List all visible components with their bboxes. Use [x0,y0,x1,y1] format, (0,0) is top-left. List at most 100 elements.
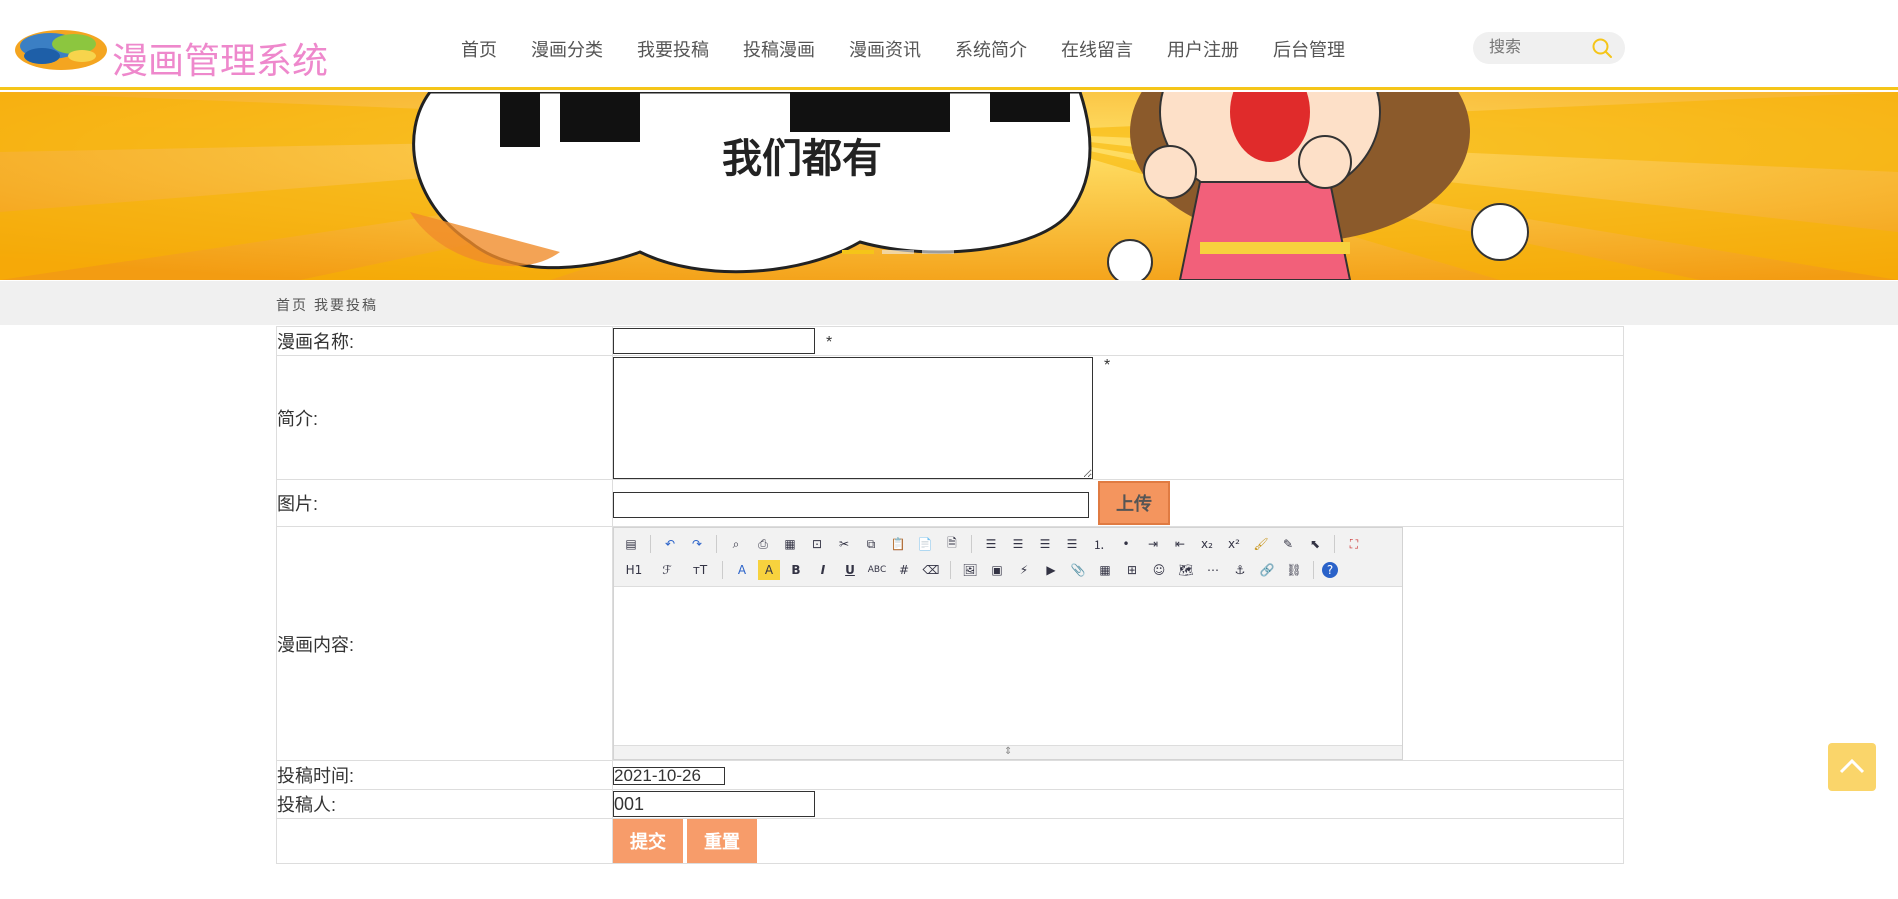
breadcrumb-bar: 首页 我要投稿 [0,281,1898,325]
breadcrumb-current: 我要投稿 [314,297,378,313]
toolbar-row-1: ▤ ↶ ↷ ⌕ ⎙ ▦ ⊡ ✂ ⧉ 📋 📄 🗎 ☰ ☰ ☰ ☰ ⒈ • ⇥ ⇤ … [620,531,1396,557]
carousel-dot-2[interactable] [882,250,914,254]
content-label: 漫画内容: [276,526,613,761]
reset-button[interactable]: 重置 [687,819,757,863]
unlink-icon[interactable]: ⛓ [1283,560,1305,580]
align-justify-icon[interactable]: ☰ [1061,534,1083,554]
form-row-content: 漫画内容: ▤ ↶ ↷ ⌕ ⎙ ▦ ⊡ ✂ ⧉ 📋 📄 🗎 ☰ ☰ ☰ ☰ ⒈ … [276,526,1624,761]
submit-form: 漫画名称: * 简介: * 图片: 上传 漫画内容: ▤ ↶ ↷ ⌕ ⎙ ▦ ⊡… [276,326,1624,864]
outdent-icon[interactable]: ⇤ [1169,534,1191,554]
nav-submitted-comics[interactable]: 投稿漫画 [743,36,815,62]
paste-word-icon[interactable]: 🗎 [941,534,963,554]
actions-empty-label [276,818,613,864]
redo-icon[interactable]: ↷ [686,534,708,554]
page-break-icon[interactable]: ⋯ [1202,560,1224,580]
table-icon[interactable]: ▦ [1094,560,1116,580]
search-box [1473,32,1625,64]
anchor-icon[interactable]: ⚓ [1229,560,1251,580]
indent-icon[interactable]: ⇥ [1142,534,1164,554]
align-right-icon[interactable]: ☰ [1034,534,1056,554]
site-title: 漫画管理系统 [112,40,329,81]
hr-icon[interactable]: # [893,560,915,580]
cut-icon[interactable]: ✂ [833,534,855,554]
carousel-dot-3[interactable] [922,250,954,254]
nav-message-board[interactable]: 在线留言 [1061,36,1133,62]
attachment-icon[interactable]: 📎 [1067,560,1089,580]
form-row-actions: 提交 重置 [276,818,1624,864]
banner-carousel[interactable]: 我们都有 [0,92,1898,280]
comic-name-input[interactable] [613,328,815,354]
preview-icon[interactable]: ⌕ [725,534,747,554]
upload-button[interactable]: 上传 [1098,481,1171,525]
time-label: 投稿时间: [276,760,613,790]
unordered-list-icon[interactable]: • [1115,534,1137,554]
template-icon[interactable]: ▦ [779,534,801,554]
search-icon[interactable] [1591,37,1613,59]
image-icon[interactable]: 🖼 [959,560,981,580]
paste-text-icon[interactable]: 📄 [914,534,936,554]
form-row-name: 漫画名称: * [276,326,1624,356]
font-family-icon[interactable]: ℱ [653,560,681,580]
media-icon[interactable]: ▶ [1040,560,1062,580]
superscript-icon[interactable]: x² [1223,534,1245,554]
highlight-icon[interactable]: A [758,560,780,580]
ordered-list-icon[interactable]: ⒈ [1088,534,1110,554]
print-icon[interactable]: ⎙ [752,534,774,554]
rich-text-editor: ▤ ↶ ↷ ⌕ ⎙ ▦ ⊡ ✂ ⧉ 📋 📄 🗎 ☰ ☰ ☰ ☰ ⒈ • ⇥ ⇤ … [613,527,1403,760]
nav-submit[interactable]: 我要投稿 [637,36,709,62]
italic-icon[interactable]: I [812,560,834,580]
nav-admin[interactable]: 后台管理 [1273,36,1345,62]
select-all-icon[interactable]: ⬉ [1304,534,1326,554]
nav-system-intro[interactable]: 系统简介 [955,36,1027,62]
subscript-icon[interactable]: x₂ [1196,534,1218,554]
name-label: 漫画名称: [276,326,613,356]
flash-icon[interactable]: ⚡ [1013,560,1035,580]
multi-image-icon[interactable]: ▣ [986,560,1008,580]
editor-content-area[interactable] [614,587,1402,745]
back-to-top-button[interactable] [1828,743,1876,791]
help-icon[interactable]: ? [1322,562,1338,578]
author-input[interactable] [613,791,815,817]
nav-comic-category[interactable]: 漫画分类 [531,36,603,62]
nav-comic-news[interactable]: 漫画资讯 [849,36,921,62]
toolbar-separator [950,561,951,579]
code-icon[interactable]: ⊡ [806,534,828,554]
submit-button[interactable]: 提交 [613,819,683,863]
form-row-author: 投稿人: [276,789,1624,819]
search-input[interactable] [1489,38,1579,58]
editor-resize-bar[interactable]: ⇕ [614,745,1402,759]
heading-icon[interactable]: H1 [620,560,648,580]
clear-format-icon[interactable]: 🖌 [1250,534,1272,554]
toolbar-separator [1313,561,1314,579]
nav-register[interactable]: 用户注册 [1167,36,1239,62]
format-painter-icon[interactable]: ✎ [1277,534,1299,554]
resize-handle-icon[interactable]: ⇕ [1004,746,1012,757]
font-color-icon[interactable]: A [731,560,753,580]
logo-icon[interactable] [12,22,110,74]
align-left-icon[interactable]: ☰ [980,534,1002,554]
eraser-icon[interactable]: ⌫ [920,560,942,580]
emoticon-icon[interactable]: ☺ [1148,560,1170,580]
nav-home[interactable]: 首页 [461,36,497,62]
bold-icon[interactable]: B [785,560,807,580]
banner-caption: 我们都有 [722,136,882,182]
underline-icon[interactable]: U [839,560,861,580]
paste-icon[interactable]: 📋 [887,534,909,554]
insert-row-icon[interactable]: ⊞ [1121,560,1143,580]
intro-textarea[interactable] [613,356,1093,479]
map-icon[interactable]: 🗺 [1175,560,1197,580]
copy-icon[interactable]: ⧉ [860,534,882,554]
toolbar-separator [971,535,972,553]
font-size-icon[interactable]: ᴛT [686,560,714,580]
form-row-intro: 简介: * [276,355,1624,480]
fullscreen-icon[interactable]: ⛶ [1343,534,1365,554]
undo-icon[interactable]: ↶ [659,534,681,554]
image-path-input[interactable] [613,491,1089,518]
breadcrumb-home[interactable]: 首页 [276,297,308,313]
submit-time-input[interactable] [613,766,725,785]
link-icon[interactable]: 🔗 [1256,560,1278,580]
source-icon[interactable]: ▤ [620,534,642,554]
align-center-icon[interactable]: ☰ [1007,534,1029,554]
carousel-dot-1[interactable] [842,250,874,254]
strikethrough-icon[interactable]: ABC [866,560,888,580]
